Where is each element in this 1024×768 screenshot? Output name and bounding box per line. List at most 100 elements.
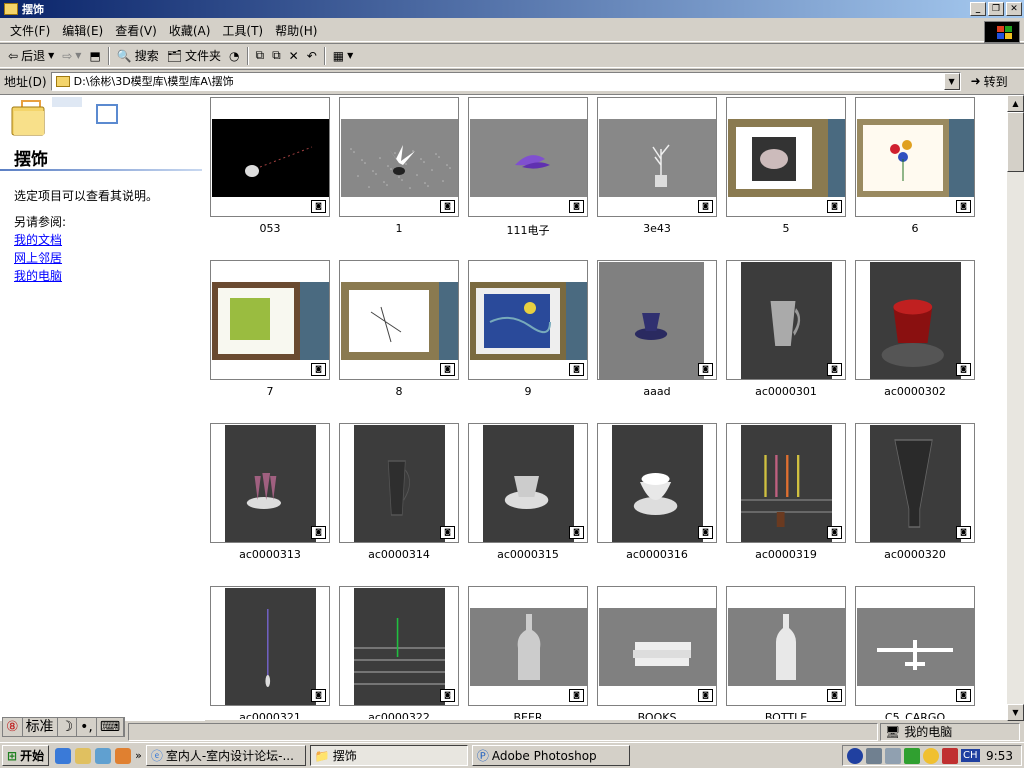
file-thumbnail[interactable]: ◙ ac0000301 (726, 260, 846, 420)
link-my-documents[interactable]: 我的文档 (14, 231, 62, 248)
thumbnail-frame[interactable]: ◙ (726, 423, 846, 543)
printer-icon[interactable] (885, 747, 901, 764)
delete-button[interactable]: ✕ (285, 45, 303, 67)
qq-icon[interactable] (923, 747, 939, 764)
thumbnail-frame[interactable]: ◙ (855, 260, 975, 380)
thumbnail-frame[interactable]: ◙ (339, 586, 459, 706)
file-thumbnail[interactable]: ◙ BOOKS (597, 586, 717, 719)
file-thumbnail[interactable]: ◙ 053 (210, 97, 330, 257)
ime-logo-icon[interactable]: ⑧ (3, 718, 23, 736)
copy-to-button[interactable]: ⧉ (268, 45, 285, 67)
thumbnail-frame[interactable]: ◙ (339, 260, 459, 380)
ime-mode[interactable]: 标准 (23, 718, 58, 736)
network-icon[interactable] (847, 747, 863, 764)
thumbnail-frame[interactable]: ◙ (210, 586, 330, 706)
antivirus-icon[interactable] (942, 747, 958, 764)
ie-icon[interactable] (55, 747, 72, 764)
file-thumbnail[interactable]: ◙ 1 (339, 97, 459, 257)
address-input[interactable]: D:\徐彬\3D模型库\模型库A\摆饰 ▼ (50, 71, 961, 91)
thumbnail-frame[interactable]: ◙ (468, 423, 588, 543)
tree-icon[interactable] (904, 747, 920, 764)
file-thumbnail[interactable]: ◙ ac0000302 (855, 260, 975, 420)
menu-help[interactable]: 帮助(H) (269, 22, 323, 39)
file-thumbnail[interactable]: ◙ C5_CARGO (855, 586, 975, 719)
thumbnail-frame[interactable]: ◙ (855, 97, 975, 217)
monitor-icon[interactable] (866, 747, 882, 764)
minimize-button[interactable]: _ (970, 2, 986, 16)
search-button[interactable]: 🔍 搜索 (113, 45, 163, 67)
address-dropdown-button[interactable]: ▼ (943, 72, 960, 90)
thumbnail-frame[interactable]: ◙ (468, 586, 588, 706)
media-player-icon[interactable] (115, 747, 132, 764)
file-thumbnail[interactable]: ◙ 6 (855, 97, 975, 257)
file-thumbnail[interactable]: ◙ ac0000316 (597, 423, 717, 583)
task-button-explorer[interactable]: 📁 摆饰 (309, 745, 468, 766)
menu-edit[interactable]: 编辑(E) (56, 22, 109, 39)
ime-moon-icon[interactable]: ☽ (58, 718, 78, 736)
desktop-icon[interactable] (95, 747, 112, 764)
ime-punct-icon[interactable]: •, (77, 718, 97, 736)
restore-button[interactable]: ❐ (988, 2, 1004, 16)
file-thumbnail[interactable]: ◙ 7 (210, 260, 330, 420)
up-folder-button[interactable]: ⬒ (85, 45, 104, 67)
language-indicator[interactable]: CH (961, 749, 980, 762)
menu-view[interactable]: 查看(V) (109, 22, 163, 39)
thumbnail-frame[interactable]: ◙ (468, 97, 588, 217)
outlook-icon[interactable] (75, 747, 92, 764)
thumbnail-frame[interactable]: ◙ (210, 97, 330, 217)
undo-button[interactable]: ↶ (303, 45, 321, 67)
thumbnail-frame[interactable]: ◙ (339, 423, 459, 543)
thumbnail-frame[interactable]: ◙ (855, 423, 975, 543)
back-button[interactable]: ⇦ 后退 ▼ (4, 45, 58, 67)
link-my-computer[interactable]: 我的电脑 (14, 267, 62, 284)
folders-button[interactable]: 🗂 文件夹 (163, 45, 225, 67)
menu-file[interactable]: 文件(F) (4, 22, 56, 39)
thumbnail-frame[interactable]: ◙ (339, 97, 459, 217)
thumbnail-frame[interactable]: ◙ (210, 423, 330, 543)
file-thumbnail[interactable]: ◙ BOTTLE (726, 586, 846, 719)
file-thumbnail[interactable]: ◙ ac0000319 (726, 423, 846, 583)
file-thumbnail[interactable]: ◙ BEER (468, 586, 588, 719)
thumbnail-frame[interactable]: ◙ (468, 260, 588, 380)
thumbnail-frame[interactable]: ◙ (855, 586, 975, 706)
thumbnail-frame[interactable]: ◙ (597, 260, 717, 380)
thumbnail-frame[interactable]: ◙ (597, 423, 717, 543)
quick-launch-more-icon[interactable]: » (135, 749, 142, 762)
file-thumbnail[interactable]: ◙ ac0000315 (468, 423, 588, 583)
forward-button[interactable]: ⇨ ▼ (58, 45, 85, 67)
start-button[interactable]: ⊞ 开始 (2, 745, 50, 766)
file-thumbnail[interactable]: ◙ 3e43 (597, 97, 717, 257)
go-button[interactable]: ➜ 转到 (971, 73, 1008, 90)
menu-favorites[interactable]: 收藏(A) (163, 22, 217, 39)
title-bar[interactable]: 摆饰 _ ❐ ✕ (0, 0, 1024, 18)
file-thumbnail[interactable]: ◙ 8 (339, 260, 459, 420)
task-button-photoshop[interactable]: Ⓟ Adobe Photoshop (471, 745, 630, 766)
scroll-up-button[interactable]: ▲ (1007, 95, 1024, 112)
file-thumbnail[interactable]: ◙ ac0000321 (210, 586, 330, 719)
scroll-thumb[interactable] (1007, 112, 1024, 172)
file-thumbnail[interactable]: ◙ 5 (726, 97, 846, 257)
thumbnail-frame[interactable]: ◙ (726, 586, 846, 706)
thumbnail-frame[interactable]: ◙ (726, 260, 846, 380)
thumbnail-frame[interactable]: ◙ (597, 586, 717, 706)
file-thumbnail[interactable]: ◙ ac0000313 (210, 423, 330, 583)
menu-tools[interactable]: 工具(T) (216, 22, 269, 39)
thumbnail-frame[interactable]: ◙ (597, 97, 717, 217)
views-button[interactable]: ▦ ▼ (329, 45, 358, 67)
history-button[interactable]: ◔ (225, 45, 243, 67)
file-thumbnail[interactable]: ◙ aaad (597, 260, 717, 420)
file-thumbnail[interactable]: ◙ ac0000320 (855, 423, 975, 583)
link-network-places[interactable]: 网上邻居 (14, 249, 62, 266)
file-thumbnail[interactable]: ◙ 111电子 (468, 97, 588, 257)
close-button[interactable]: ✕ (1006, 2, 1022, 16)
file-thumbnail[interactable]: ◙ ac0000322 (339, 586, 459, 719)
file-thumbnail[interactable]: ◙ ac0000314 (339, 423, 459, 583)
task-button-forum[interactable]: ⓔ 室内人-室内设计论坛-... (145, 745, 306, 766)
file-thumbnail[interactable]: ◙ 9 (468, 260, 588, 420)
move-to-button[interactable]: ⧉ (252, 45, 269, 67)
vertical-scrollbar[interactable]: ▲ ▼ (1007, 95, 1024, 721)
ime-keyboard-icon[interactable]: ⌨ (97, 718, 125, 736)
thumbnail-frame[interactable]: ◙ (726, 97, 846, 217)
scroll-down-button[interactable]: ▼ (1007, 704, 1024, 721)
thumbnail-frame[interactable]: ◙ (210, 260, 330, 380)
